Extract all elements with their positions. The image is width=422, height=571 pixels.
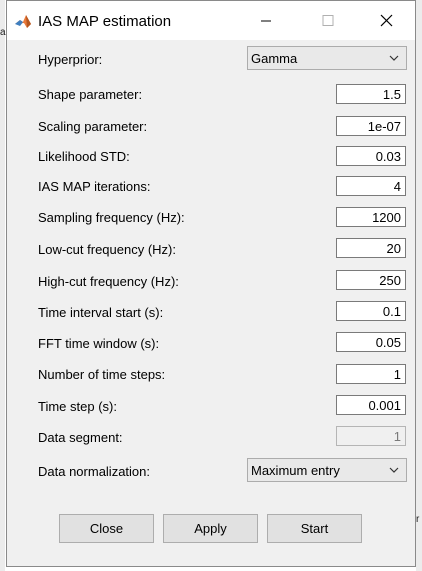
sampling-frequency-input[interactable]: 1200: [336, 207, 406, 227]
hyperprior-label: Hyperprior:: [38, 52, 103, 67]
lowcut-frequency-label: Low-cut frequency (Hz):: [38, 242, 176, 257]
likelihood-std-input[interactable]: 0.03: [336, 146, 406, 166]
background-text: a: [0, 27, 6, 38]
start-button[interactable]: Start: [267, 514, 362, 543]
background-text: r: [416, 514, 420, 525]
window-title: IAS MAP estimation: [38, 13, 172, 30]
data-segment-input: 1: [336, 426, 406, 446]
num-time-steps-input[interactable]: 1: [336, 364, 406, 384]
maximize-icon[interactable]: [305, 1, 351, 40]
data-normalization-select[interactable]: Maximum entry: [247, 458, 407, 482]
background-window-right: [416, 0, 422, 571]
highcut-frequency-label: High-cut frequency (Hz):: [38, 274, 179, 289]
lowcut-frequency-input[interactable]: 20: [336, 238, 406, 258]
interval-start-input[interactable]: 0.1: [336, 301, 406, 321]
chevron-down-icon: [389, 55, 399, 61]
hyperprior-value: Gamma: [251, 51, 298, 66]
data-normalization-value: Maximum entry: [251, 463, 340, 478]
data-segment-label: Data segment:: [38, 430, 123, 445]
highcut-frequency-input[interactable]: 250: [336, 270, 406, 290]
background-window-left: [0, 0, 5, 571]
shape-parameter-input[interactable]: 1.5: [336, 84, 406, 104]
close-icon[interactable]: [363, 1, 409, 40]
close-button[interactable]: Close: [59, 514, 154, 543]
data-normalization-label: Data normalization:: [38, 464, 150, 479]
time-step-label: Time step (s):: [38, 399, 117, 414]
iterations-label: IAS MAP iterations:: [38, 179, 151, 194]
fft-window-label: FFT time window (s):: [38, 336, 160, 351]
chevron-down-icon: [389, 467, 399, 473]
num-time-steps-label: Number of time steps:: [38, 367, 166, 382]
dialog-window: IAS MAP estimation Hyperprior: Gamma Sha…: [6, 0, 416, 567]
scaling-parameter-label: Scaling parameter:: [38, 119, 148, 134]
interval-start-label: Time interval start (s):: [38, 305, 164, 320]
scaling-parameter-input[interactable]: 1e-07: [336, 116, 406, 136]
iterations-input[interactable]: 4: [336, 176, 406, 196]
shape-parameter-label: Shape parameter:: [38, 87, 143, 102]
apply-button[interactable]: Apply: [163, 514, 258, 543]
title-bar: IAS MAP estimation: [7, 1, 415, 40]
likelihood-std-label: Likelihood STD:: [38, 149, 130, 164]
minimize-icon[interactable]: [243, 1, 289, 40]
time-step-input[interactable]: 0.001: [336, 395, 406, 415]
hyperprior-select[interactable]: Gamma: [247, 46, 407, 70]
fft-window-input[interactable]: 0.05: [336, 332, 406, 352]
matlab-icon: [14, 12, 32, 30]
sampling-frequency-label: Sampling frequency (Hz):: [38, 210, 185, 225]
